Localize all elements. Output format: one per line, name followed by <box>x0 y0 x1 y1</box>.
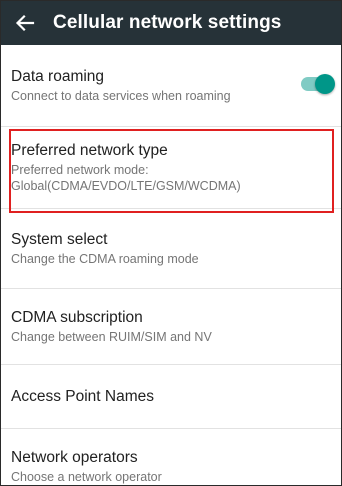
page-title: Cellular network settings <box>53 12 282 33</box>
arrow-back-glyph <box>15 14 35 32</box>
setting-subtitle: Change between RUIM/SIM and NV <box>11 330 212 344</box>
setting-system-select[interactable]: System select Change the CDMA roaming mo… <box>1 209 341 289</box>
setting-title: Preferred network type <box>11 142 168 159</box>
data-roaming-toggle[interactable] <box>301 74 335 94</box>
setting-title: System select <box>11 231 108 248</box>
setting-title: Access Point Names <box>11 388 154 405</box>
setting-subtitle: Preferred network mode: Global(CDMA/EVDO… <box>11 163 241 193</box>
setting-title: Network operators <box>11 448 138 466</box>
setting-data-roaming[interactable]: Data roaming Connect to data services wh… <box>1 45 341 127</box>
toggle-knob <box>315 74 335 94</box>
setting-network-operators[interactable]: Network operators Choose a network opera… <box>1 429 341 485</box>
setting-title: CDMA subscription <box>11 309 143 326</box>
app-bar: Cellular network settings <box>1 1 341 45</box>
setting-subtitle: Connect to data services when roaming <box>11 89 231 103</box>
setting-cdma-subscription[interactable]: CDMA subscription Change between RUIM/SI… <box>1 289 341 365</box>
arrow-back-icon[interactable] <box>11 9 39 37</box>
setting-subtitle: Choose a network operator <box>11 469 162 484</box>
setting-access-point-names[interactable]: Access Point Names <box>1 365 341 429</box>
setting-title: Data roaming <box>11 68 105 85</box>
setting-subtitle: Change the CDMA roaming mode <box>11 252 199 266</box>
setting-preferred-network-type[interactable]: Preferred network type Preferred network… <box>1 127 341 209</box>
settings-list: Data roaming Connect to data services wh… <box>1 45 341 485</box>
screen-frame: Cellular network settings Data roaming C… <box>0 0 342 486</box>
